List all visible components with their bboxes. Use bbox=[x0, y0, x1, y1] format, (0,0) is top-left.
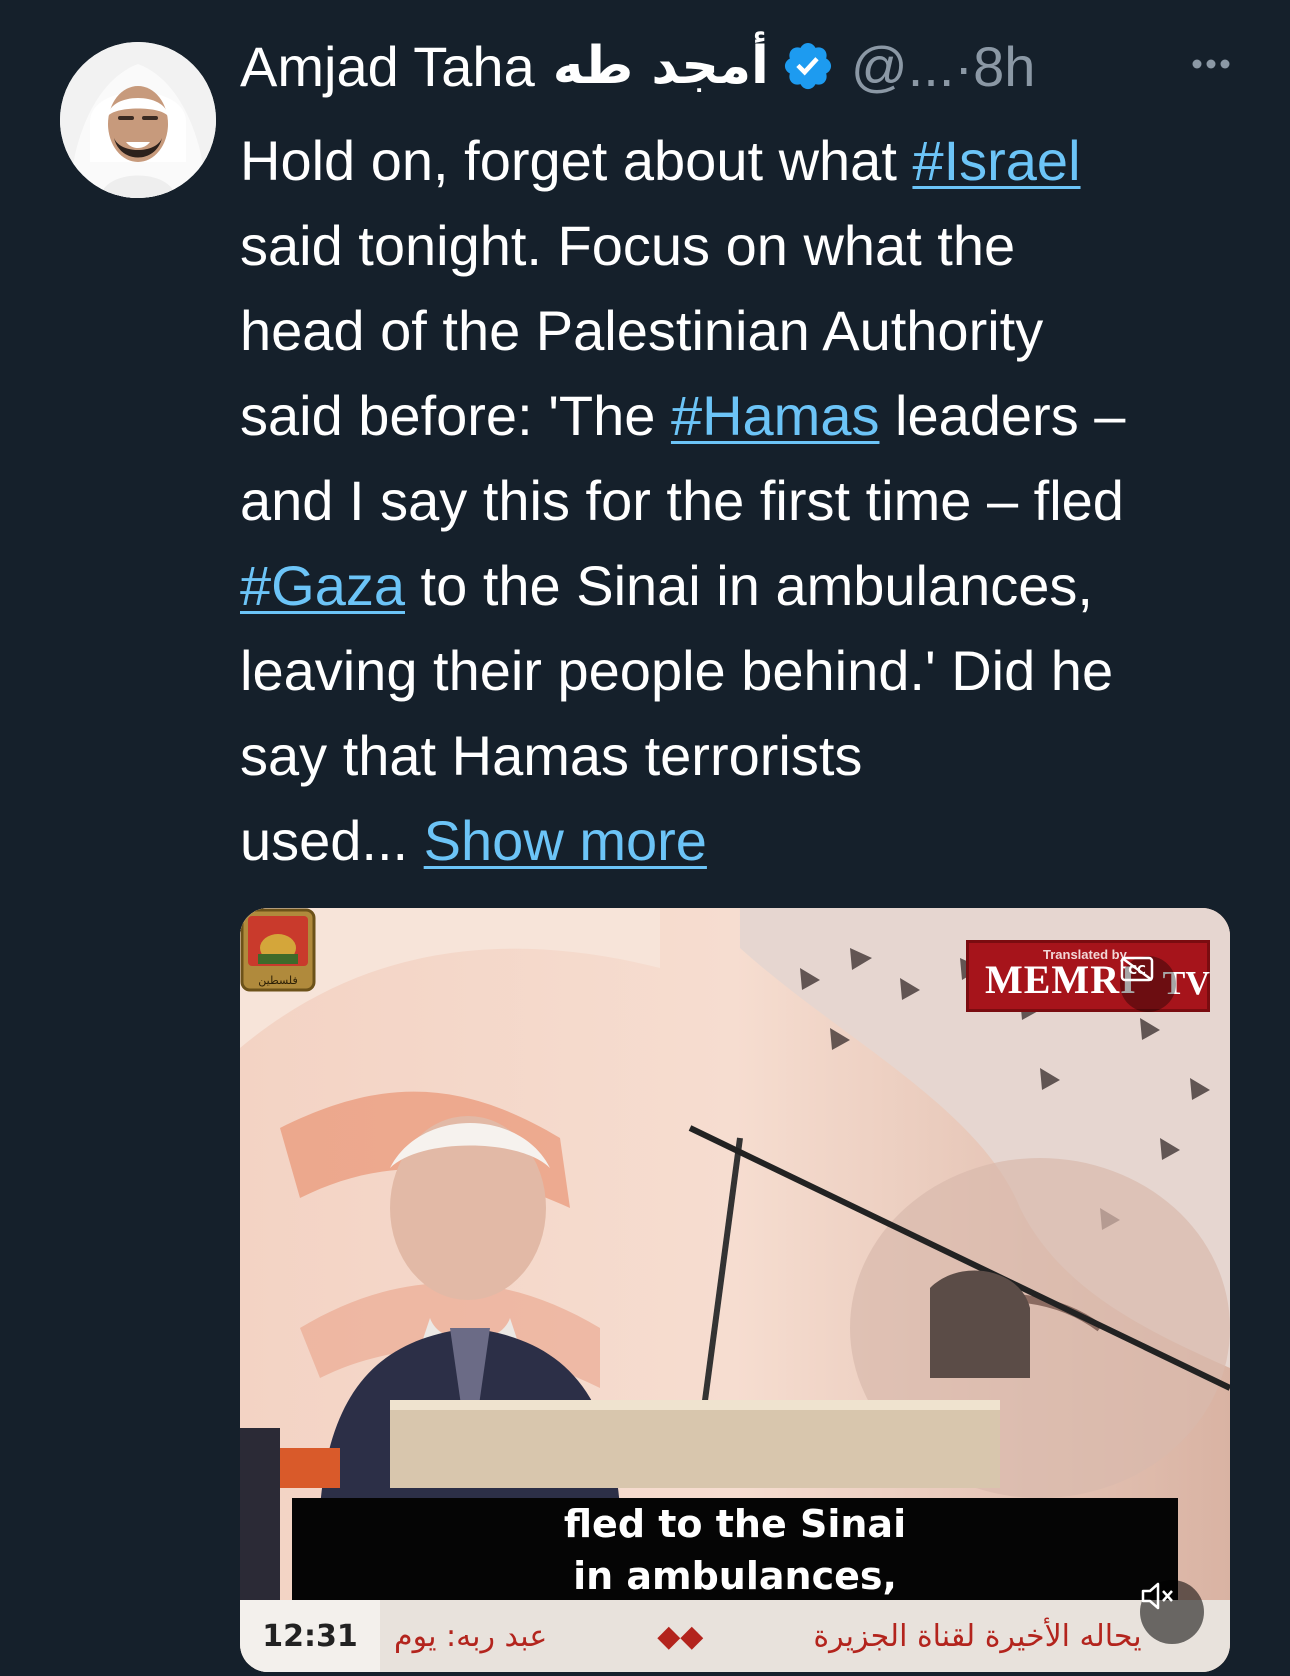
subtitle-line-1: fled to the Sinai bbox=[563, 1502, 907, 1546]
tweet-text-line: Hold on, forget about what #Israel bbox=[240, 118, 1250, 203]
channel-logo-text: فلسطين bbox=[258, 974, 297, 987]
ticker-separator: ◆◆ bbox=[657, 1618, 704, 1654]
tweet-text-line: leaving their people behind.' Did he bbox=[240, 628, 1250, 713]
video-player[interactable]: فلسطين Translated by MEMRI TV CC fled to… bbox=[240, 908, 1230, 1672]
news-ticker: 12:31 عبد ربه: يوم ◆◆ يحاله الأخيرة لقنا… bbox=[240, 1600, 1230, 1672]
tweet-text-segment: head of the Palestinian Authority bbox=[240, 299, 1044, 362]
channel-logo: فلسطين bbox=[240, 908, 316, 992]
ticker-text-1: عبد ربه: يوم bbox=[394, 1618, 548, 1654]
tweet-text-segment: said before: 'The bbox=[240, 384, 671, 447]
header-separator: · bbox=[954, 34, 974, 98]
muted-speaker-icon bbox=[1141, 1582, 1173, 1610]
tweet-text: Hold on, forget about what #Israel said t… bbox=[240, 118, 1250, 883]
closed-captions-icon: CC bbox=[1120, 956, 1154, 982]
avatar-image bbox=[60, 42, 216, 198]
memri-translated-label: Translated by bbox=[1043, 947, 1127, 962]
tweet-timestamp[interactable]: 8h bbox=[973, 34, 1035, 99]
ticker-text-2: يحاله الأخيرة لقناة الجزيرة bbox=[813, 1618, 1142, 1654]
author-name[interactable]: Amjad Taha bbox=[240, 34, 535, 99]
video-subtitle: fled to the Sinai in ambulances, bbox=[292, 1498, 1178, 1612]
tweet-text-line: used... Show more bbox=[240, 798, 1250, 883]
more-options-icon bbox=[1192, 59, 1230, 69]
verified-badge-icon bbox=[784, 42, 831, 90]
tweet-text-segment: leaders – bbox=[879, 384, 1126, 447]
tweet-text-segment: and I say this for the first time – fled bbox=[240, 469, 1124, 532]
tweet-text-line: and I say this for the first time – fled bbox=[240, 458, 1250, 543]
hashtag-link[interactable]: #Hamas bbox=[671, 384, 880, 447]
hashtag-link[interactable]: #Gaza bbox=[240, 554, 405, 617]
tweet-text-line: said before: 'The #Hamas leaders – bbox=[240, 373, 1250, 458]
tweet-text-line: said tonight. Focus on what the bbox=[240, 203, 1250, 288]
tweet-text-line: say that Hamas terrorists bbox=[240, 713, 1250, 798]
more-options-button[interactable] bbox=[1176, 44, 1246, 84]
tweet-text-segment: said tonight. Focus on what the bbox=[240, 214, 1016, 277]
unmute-button[interactable] bbox=[1140, 1580, 1204, 1644]
closed-captions-button[interactable]: CC bbox=[1120, 956, 1176, 1012]
tweet-text-segment: Hold on, forget about what bbox=[240, 129, 913, 192]
tweet-text-line: head of the Palestinian Authority bbox=[240, 288, 1250, 373]
author-avatar[interactable] bbox=[60, 42, 216, 198]
memri-label: MEMRI bbox=[985, 957, 1137, 1002]
tweet-text-segment: to the Sinai in ambulances, bbox=[405, 554, 1093, 617]
tweet-text-segment: say that Hamas terrorists bbox=[240, 724, 863, 787]
subtitle-line-2: in ambulances, bbox=[573, 1554, 897, 1598]
tweet-text-segment: leaving their people behind.' Did he bbox=[240, 639, 1114, 702]
tweet-header: Amjad Taha أمجد طه @... · 8h bbox=[240, 34, 1035, 99]
author-arabic-name[interactable]: أمجد طه bbox=[553, 36, 769, 96]
hashtag-link[interactable]: #Israel bbox=[912, 129, 1080, 192]
tweet-text-segment: used... bbox=[240, 809, 424, 872]
show-more-link[interactable]: Show more bbox=[424, 809, 707, 872]
tweet-text-line: #Gaza to the Sinai in ambulances, bbox=[240, 543, 1250, 628]
author-handle[interactable]: @... bbox=[851, 34, 955, 99]
ticker-clock: 12:31 bbox=[240, 1600, 380, 1672]
